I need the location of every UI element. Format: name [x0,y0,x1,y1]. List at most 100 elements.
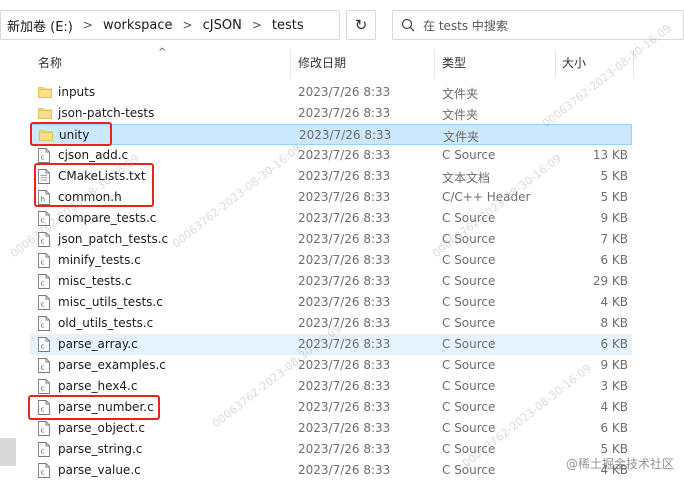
file-row[interactable]: c minify_tests.c 2023/7/26 8:33 C Source 6 K… [30,250,632,271]
file-size: 9 KB [600,211,628,225]
file-type: C Source [442,211,496,225]
file-row[interactable]: c json_patch_tests.c 2023/7/26 8:33 C Sourc… [30,229,632,250]
file-name: parse_hex4.c [58,379,138,393]
navigation-scroll-thumb[interactable] [0,438,16,466]
c-file-icon: c [38,421,52,436]
file-name: parse_array.c [58,337,138,351]
file-row[interactable]: c misc_utils_tests.c 2023/7/26 8:33 C Sourc… [30,292,632,313]
file-row[interactable]: inputs 2023/7/26 8:33 文件夹 [30,82,632,103]
file-modified-date: 2023/7/26 8:33 [298,421,391,435]
column-type[interactable]: 类型 [442,54,466,71]
file-row[interactable]: json-patch-tests 2023/7/26 8:33 文件夹 [30,103,632,124]
file-modified-date: 2023/7/26 8:33 [298,316,391,330]
file-modified-date: 2023/7/26 8:33 [298,400,391,414]
file-name: parse_value.c [58,463,141,477]
c-file-icon: c [38,316,52,331]
svg-text:c: c [41,154,45,162]
file-type: 文件夹 [443,130,480,144]
search-icon [401,18,415,32]
file-row[interactable]: unity 2023/7/26 8:33 文件夹 [30,124,632,145]
column-date[interactable]: 修改日期 [298,54,346,71]
column-name[interactable]: 名称 [38,54,62,71]
file-row[interactable]: c parse_value.c 2023/7/26 8:33 C Source 4 KB [30,460,632,481]
c-file-icon: c [38,148,52,163]
file-name: json_patch_tests.c [58,232,169,246]
address-bar[interactable]: 新加卷 (E:) > workspace > cJSON > tests [0,10,340,40]
file-row[interactable]: c compare_tests.c 2023/7/26 8:33 C Source 9 … [30,208,632,229]
file-type: C/C++ Header [442,190,531,204]
breadcrumb-tests[interactable]: tests [272,18,304,33]
search-box[interactable]: 在 tests 中搜索 [392,10,684,40]
file-row[interactable]: c parse_array.c 2023/7/26 8:33 C Source 6 KB [30,334,632,355]
file-modified-date: 2023/7/26 8:33 [298,358,391,372]
breadcrumb-separator-icon[interactable]: > [252,18,262,32]
file-type: C Source [442,442,496,456]
file-name: old_utils_tests.c [58,316,154,330]
column-size[interactable]: 大小 [562,54,586,71]
file-modified-date: 2023/7/26 8:33 [298,232,391,246]
file-size: 4 KB [600,295,628,309]
file-modified-date: 2023/7/26 8:33 [298,337,391,351]
column-divider[interactable] [555,50,556,78]
file-size: 5 KB [600,169,628,183]
c-file-icon: c [38,337,52,352]
search-input[interactable]: 在 tests 中搜索 [423,17,508,34]
file-row[interactable]: c parse_object.c 2023/7/26 8:33 C Source 6 K… [30,418,632,439]
file-name: parse_object.c [58,421,145,435]
breadcrumb-cjson[interactable]: cJSON [203,18,242,33]
file-name: cjson_add.c [58,148,129,162]
svg-text:c: c [41,280,45,288]
refresh-icon: ↻ [354,16,368,34]
file-modified-date: 2023/7/26 8:33 [298,463,391,477]
svg-text:c: c [41,364,45,372]
breadcrumb-drive[interactable]: 新加卷 (E:) [7,16,73,35]
highlight-box-unity [30,122,112,146]
file-name: parse_examples.c [58,358,166,372]
file-type: C Source [442,358,496,372]
breadcrumb-separator-icon[interactable]: > [183,18,193,32]
file-size: 5 KB [600,442,628,456]
file-name: minify_tests.c [58,253,141,267]
file-modified-date: 2023/7/26 8:33 [298,442,391,456]
refresh-button[interactable]: ↻ [346,10,376,40]
file-row[interactable]: c misc_tests.c 2023/7/26 8:33 C Source 29 KB [30,271,632,292]
brand-watermark: @稀土掘金技术社区 [566,455,674,472]
svg-text:c: c [41,301,45,309]
file-size: 13 KB [592,148,628,162]
file-modified-date: 2023/7/26 8:33 [298,295,391,309]
column-divider[interactable] [633,50,634,78]
file-name: inputs [58,85,96,99]
c-file-icon: c [38,358,52,373]
file-row[interactable]: c parse_hex4.c 2023/7/26 8:33 C Source 3 KB [30,376,632,397]
c-file-icon: c [38,232,52,247]
column-divider[interactable] [434,50,435,78]
svg-text:c: c [41,238,45,246]
file-type: 文件夹 [442,87,479,101]
file-size: 7 KB [600,232,628,246]
file-row[interactable]: c parse_string.c 2023/7/26 8:33 C Source 5 K… [30,439,632,460]
file-size: 6 KB [600,253,628,267]
folder-icon [38,85,52,100]
column-header: ^ 名称 修改日期 类型 大小 [0,47,684,78]
c-file-icon: c [38,442,52,457]
file-name: parse_string.c [58,442,143,456]
file-row[interactable]: c old_utils_tests.c 2023/7/26 8:33 C Source… [30,313,632,334]
svg-text:c: c [41,259,45,267]
file-modified-date: 2023/7/26 8:33 [298,169,391,183]
file-name: compare_tests.c [58,211,157,225]
file-modified-date: 2023/7/26 8:33 [298,253,391,267]
column-divider[interactable] [290,50,291,78]
breadcrumb-separator-icon[interactable]: > [83,18,93,32]
svg-text:c: c [41,385,45,393]
file-size: 4 KB [600,400,628,414]
file-row[interactable]: c parse_examples.c 2023/7/26 8:33 C Source 9… [30,355,632,376]
svg-text:c: c [41,448,45,456]
file-size: 29 KB [592,274,628,288]
brand-text: @稀土掘金技术社区 [565,457,674,471]
file-modified-date: 2023/7/26 8:33 [298,379,391,393]
navigation-pane-edge [0,40,22,477]
c-file-icon: c [38,211,52,226]
c-file-icon: c [38,295,52,310]
breadcrumb-workspace[interactable]: workspace [103,18,173,33]
file-modified-date: 2023/7/26 8:33 [298,106,391,120]
